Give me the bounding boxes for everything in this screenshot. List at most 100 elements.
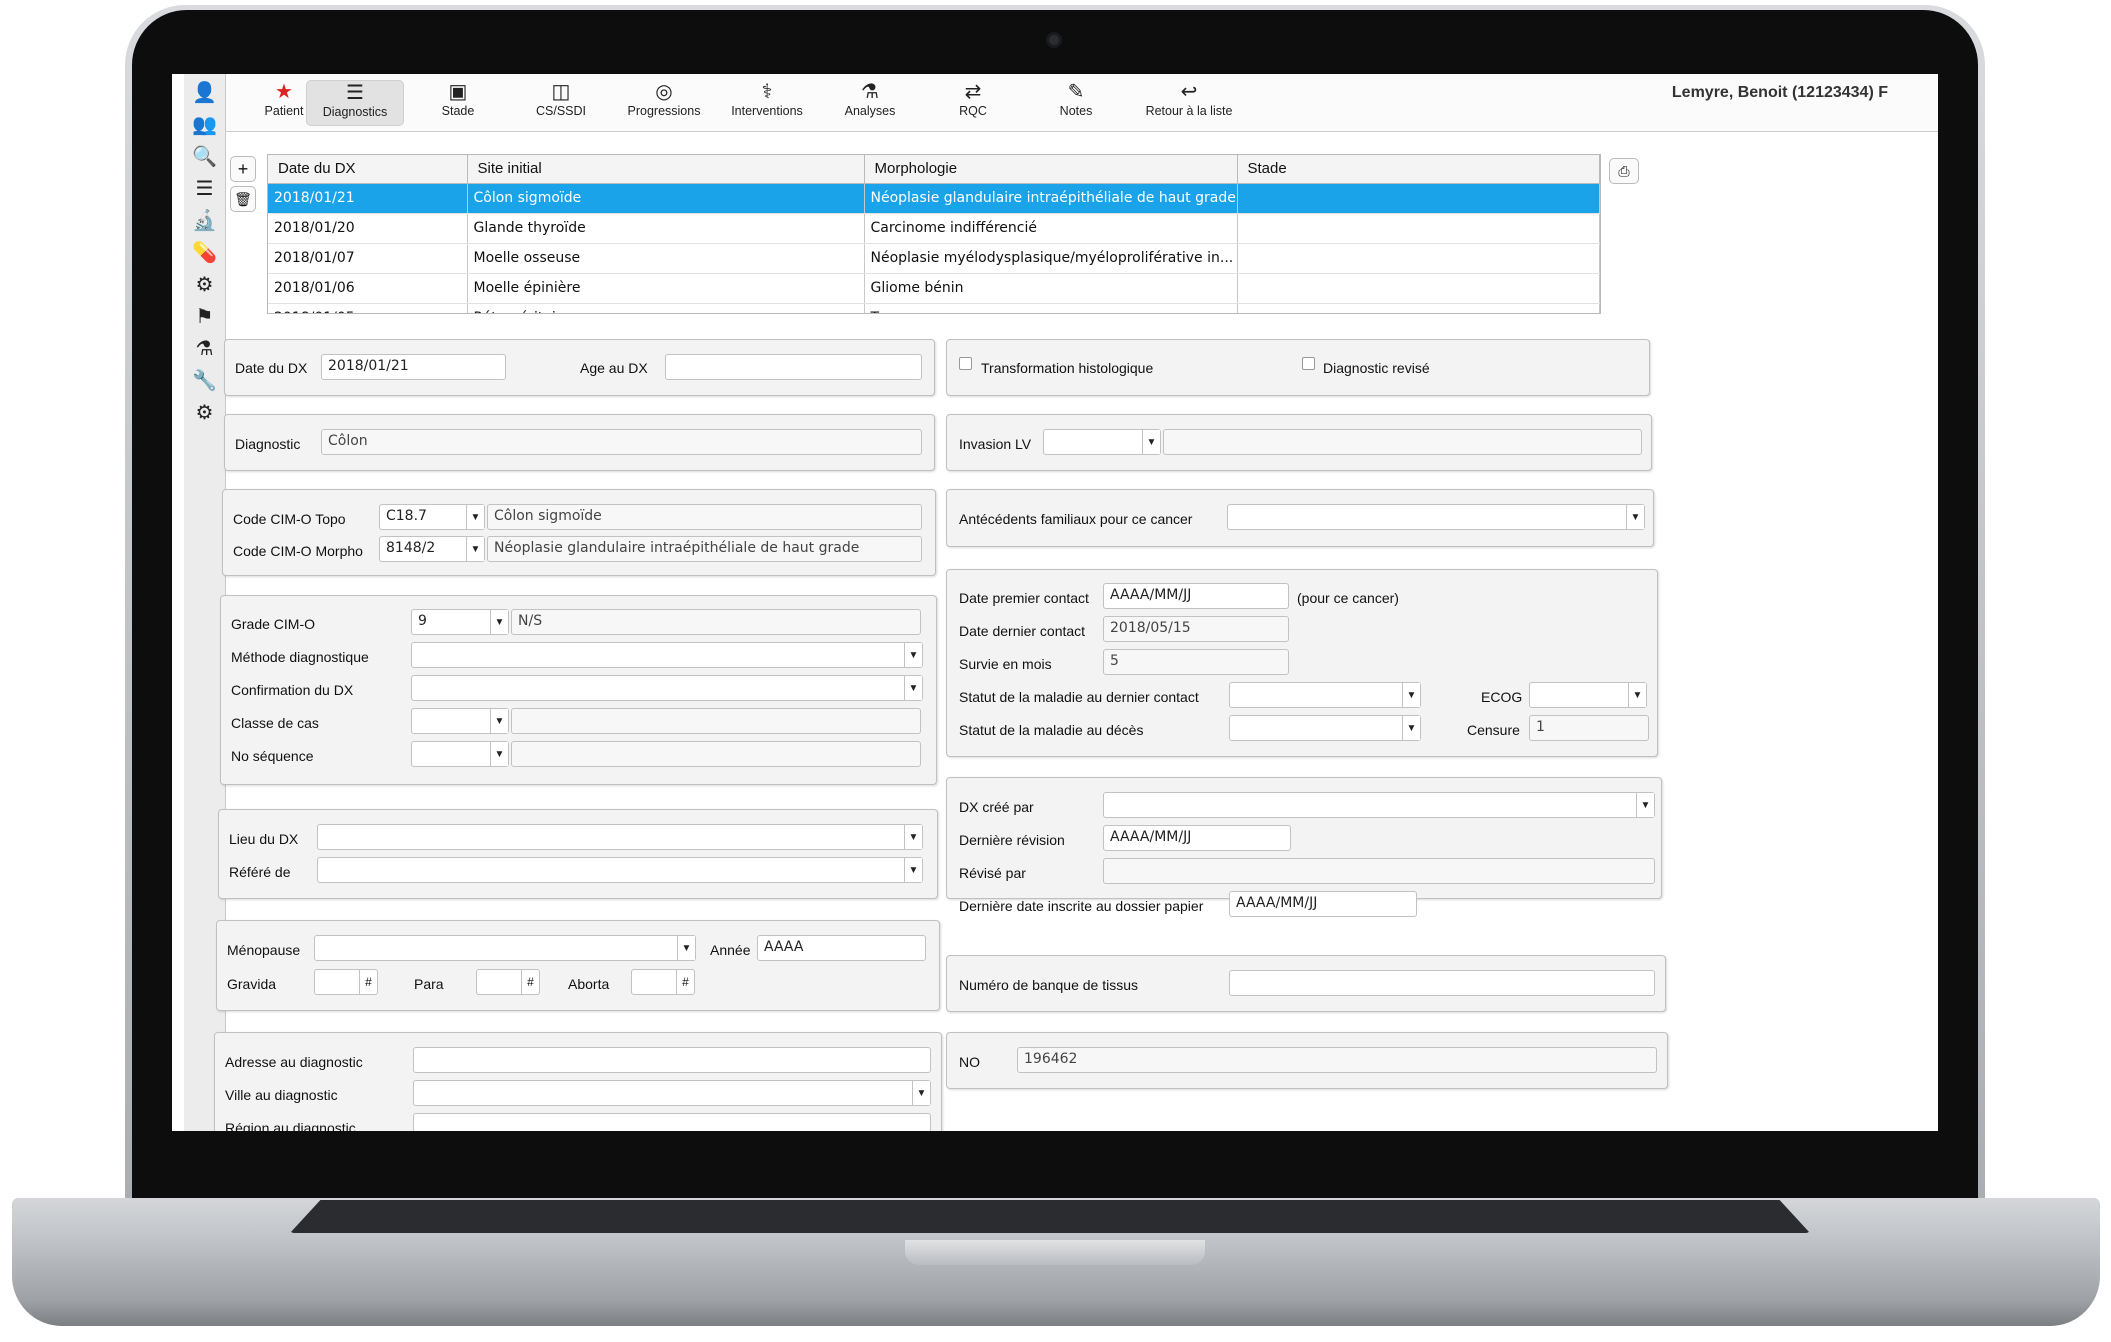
chevron-down-icon[interactable]: ▼ [1628,683,1646,707]
tab-rqc[interactable]: ⇄ RQC [927,80,1019,126]
search-icon[interactable]: 🔍 [184,140,225,172]
delete-button[interactable]: 🗑 [230,186,256,212]
flag-icon[interactable]: ⚑ [184,300,225,332]
date-dx-field[interactable]: 2018/01/21 [321,354,506,380]
chevron-down-icon[interactable]: ▼ [904,643,922,667]
table-row[interactable]: 2018/01/21 Côlon sigmoïde Néoplasie glandu… [268,183,1600,214]
stage-icon: ▣ [448,81,468,103]
table-row[interactable]: 2018/01/07 Moelle osseuse Néoplasie myélod… [268,243,1600,274]
chevron-down-icon[interactable]: ▼ [490,610,508,634]
plus-icon: + [237,158,249,179]
keyboard [290,1200,1810,1233]
censure-field[interactable]: 1 [1529,715,1649,741]
chevron-down-icon[interactable]: ▼ [1636,793,1654,817]
flask-icon: ⚗ [861,81,879,103]
premier-contact-field[interactable]: AAAA/MM/JJ [1103,583,1289,609]
diagnostic-field[interactable]: Côlon [321,429,922,455]
gravida-label: Gravida [227,976,277,992]
revise-par-label: Révisé par [959,865,1026,881]
tab-cs-ssdi[interactable]: ◫ CS/SSDI [515,80,607,126]
statut-deces-select[interactable] [1229,715,1421,741]
hash-icon: # [521,970,539,994]
chevron-down-icon[interactable]: ▼ [1626,505,1644,529]
column-header[interactable]: Morphologie [864,155,1238,184]
statut-contact-select[interactable] [1229,682,1421,708]
group-icon[interactable]: 👥 [184,108,225,140]
trackpad-notch [905,1240,1205,1265]
stethoscope-icon: ⚕ [761,81,773,103]
chevron-down-icon[interactable]: ▼ [904,858,922,882]
age-dx-field[interactable] [665,354,922,380]
statut-deces-label: Statut de la maladie au décès [959,722,1144,738]
chevron-down-icon[interactable]: ▼ [904,676,922,700]
revise-par-field[interactable] [1103,858,1655,884]
trash-icon: 🗑 [234,190,252,207]
refere-select[interactable] [317,857,923,883]
dernier-contact-field[interactable]: 2018/05/15 [1103,616,1289,642]
diagnostic-revise-checkbox[interactable] [1302,357,1315,370]
chevron-down-icon[interactable]: ▼ [466,537,484,561]
derniere-papier-field[interactable]: AAAA/MM/JJ [1229,891,1417,917]
table-row[interactable]: 2018/01/20 Glande thyroïde Carcinome indif… [268,213,1600,244]
chevron-down-icon[interactable]: ▼ [904,825,922,849]
pills-icon[interactable]: 💊 [184,236,225,268]
chevron-down-icon[interactable]: ▼ [1402,716,1420,740]
tab-retour-liste[interactable]: ↩ Retour à la liste [1133,80,1245,126]
list-icon: ☰ [346,82,364,104]
menopause-select[interactable] [314,935,696,961]
table-row[interactable]: 2018/01/06 Moelle épinière Gliome bénin [268,273,1600,304]
antecedents-select[interactable] [1227,504,1645,530]
table-row[interactable]: 2018/01/05RétropéritoineTumeur ... [268,303,1600,313]
tab-label: Retour à la liste [1145,104,1233,118]
column-header[interactable]: Site initial [467,155,865,184]
derniere-revision-label: Dernière révision [959,832,1065,848]
cell: Côlon sigmoïde [467,183,865,214]
lieu-select[interactable] [317,824,923,850]
column-header[interactable]: Date du DX [268,155,468,184]
transformation-checkbox[interactable] [959,357,972,370]
chevron-down-icon[interactable]: ▼ [677,936,695,960]
tab-interventions[interactable]: ⚕ Interventions [721,80,813,126]
wrench-icon[interactable]: 🔧 [184,364,225,396]
adresse-field[interactable] [413,1047,931,1073]
region-select[interactable] [413,1113,931,1131]
topo-label: Code CIM-O Topo [233,511,346,527]
tab-progressions[interactable]: ◎ Progressions [618,80,710,126]
person-icon[interactable]: 👤 [184,76,225,108]
derniere-revision-field[interactable]: AAAA/MM/JJ [1103,825,1291,851]
tab-analyses[interactable]: ⚗ Analyses [824,80,916,126]
cell [1237,213,1600,244]
robot-icon[interactable]: ⚙ [184,268,225,300]
flask-icon[interactable]: ⚗ [184,332,225,364]
chevron-down-icon[interactable]: ▼ [490,709,508,733]
annee-field[interactable]: AAAA [757,935,926,961]
date-dx-label: Date du DX [235,360,308,376]
banque-field[interactable] [1229,970,1655,996]
banque-label: Numéro de banque de tissus [959,977,1138,993]
cell: 2018/01/20 [268,213,468,244]
menopause-label: Ménopause [227,942,301,958]
tab-label: Analyses [844,104,896,118]
chevron-down-icon[interactable]: ▼ [1142,430,1160,454]
confirmation-select[interactable] [411,675,923,701]
list-icon[interactable]: ☰ [184,172,225,204]
no-field[interactable]: 196462 [1017,1047,1657,1073]
gears-icon[interactable]: ⚙ [184,396,225,428]
chevron-down-icon[interactable]: ▼ [466,505,484,529]
tab-notes[interactable]: ✎ Notes [1030,80,1122,126]
tab-stade[interactable]: ▣ Stade [412,80,504,126]
dernier-contact-label: Date dernier contact [959,623,1086,639]
dx-cree-select[interactable] [1103,792,1655,818]
chevron-down-icon[interactable]: ▼ [490,742,508,766]
chevron-down-icon[interactable]: ▼ [1402,683,1420,707]
print-button[interactable]: ⎙ [1609,158,1639,184]
no-panel: NO 196462 [946,1032,1668,1089]
ville-select[interactable] [413,1080,931,1106]
add-button[interactable]: + [230,156,256,182]
survie-field[interactable]: 5 [1103,649,1289,675]
chevron-down-icon[interactable]: ▼ [912,1081,930,1105]
column-header[interactable]: Stade [1237,155,1600,184]
methode-select[interactable] [411,642,923,668]
microscope-icon[interactable]: 🔬 [184,204,225,236]
tab-diagnostics[interactable]: ☰ Diagnostics [306,80,404,126]
